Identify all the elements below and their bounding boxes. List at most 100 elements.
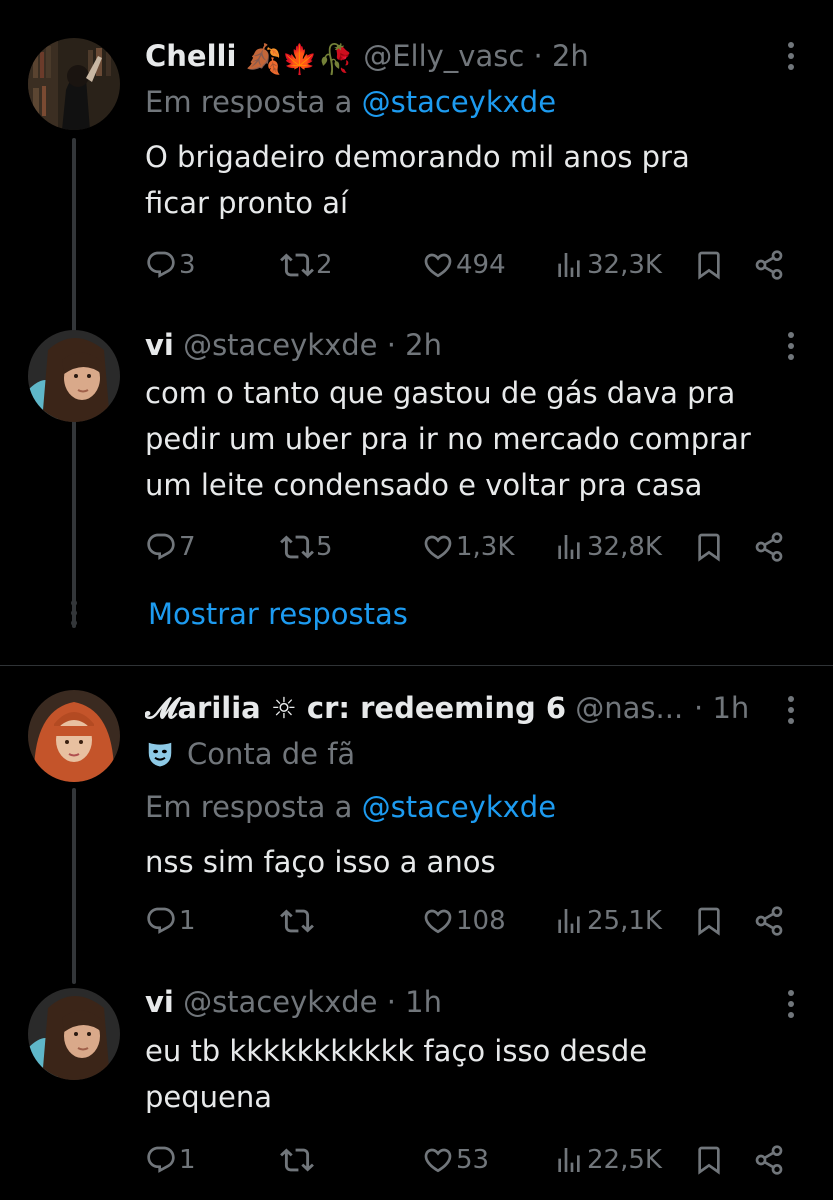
share-button[interactable]	[753, 1142, 785, 1178]
reply-icon	[145, 531, 177, 563]
bookmark-icon	[693, 531, 725, 563]
repost-button[interactable]: 2	[280, 247, 333, 283]
reply-count: 1	[179, 1145, 196, 1175]
leaf-emoji-icons: 🍂🍁🥀	[245, 42, 354, 76]
reply-button[interactable]: 7	[145, 529, 196, 565]
handle[interactable]: @staceykxde	[183, 328, 377, 362]
handle[interactable]: @nas...	[575, 691, 683, 725]
views-button[interactable]: 32,3K	[553, 247, 662, 283]
tweet-header: vi @staceykxde · 2h	[145, 327, 773, 363]
more-options-icon[interactable]	[787, 332, 795, 365]
tweet-text-line: um leite condensado e voltar pra casa	[145, 468, 703, 502]
action-bar: 1 108 25,1K	[145, 903, 800, 939]
repost-icon	[280, 904, 314, 938]
views-icon	[553, 905, 585, 937]
heart-icon	[422, 905, 454, 937]
display-name[interactable]: vi	[145, 985, 174, 1019]
view-count: 32,8K	[587, 532, 662, 562]
views-button[interactable]: 25,1K	[553, 903, 662, 939]
repost-button[interactable]: 5	[280, 529, 333, 565]
like-count: 108	[456, 906, 506, 936]
avatar-vi[interactable]	[28, 330, 120, 422]
action-bar: 3 2 494 32,3K	[145, 247, 800, 283]
reply-context: Em resposta a @staceykxde	[145, 84, 556, 120]
tweet-3[interactable]: 𝓜arilia ☼ cr: redeeming 6 @nas... · 1h C…	[0, 666, 833, 984]
reply-icon	[145, 905, 177, 937]
more-options-icon[interactable]	[787, 696, 795, 729]
display-name[interactable]: vi	[145, 328, 174, 362]
view-count: 25,1K	[587, 906, 662, 936]
timestamp[interactable]: 2h	[405, 328, 442, 362]
reply-button[interactable]: 1	[145, 1142, 196, 1178]
reply-count: 3	[179, 250, 196, 280]
tweet-text-line: pequena	[145, 1080, 273, 1114]
share-button[interactable]	[753, 247, 785, 283]
separator: ·	[694, 691, 704, 725]
reply-to-link[interactable]: @staceykxde	[362, 85, 556, 119]
display-name[interactable]: Chelli	[145, 39, 236, 73]
heart-icon	[422, 249, 454, 281]
reply-prefix: Em resposta a	[145, 85, 353, 119]
repost-count: 2	[316, 250, 333, 280]
repost-button[interactable]	[280, 1142, 316, 1178]
reply-context: Em resposta a @staceykxde	[145, 789, 556, 825]
share-button[interactable]	[753, 903, 785, 939]
view-count: 32,3K	[587, 250, 662, 280]
bookmark-button[interactable]	[693, 903, 725, 939]
more-options-icon[interactable]	[787, 990, 795, 1023]
heart-icon	[422, 531, 454, 563]
separator: ·	[386, 985, 396, 1019]
like-button[interactable]: 108	[422, 903, 506, 939]
avatar-chelli[interactable]	[28, 38, 120, 130]
reply-to-link[interactable]: @staceykxde	[362, 790, 556, 824]
share-button[interactable]	[753, 529, 785, 565]
tweet-1[interactable]: Chelli 🍂🍁🥀 @Elly_vasc · 2h Em resposta a…	[0, 0, 833, 628]
timestamp[interactable]: 1h	[405, 985, 442, 1019]
action-bar: 1 53 22,5K	[145, 1142, 800, 1178]
tweet-2[interactable]: vi @staceykxde · 2h com o tanto que gast…	[0, 300, 833, 600]
share-icon	[753, 905, 785, 937]
reply-button[interactable]: 3	[145, 247, 196, 283]
heart-icon	[422, 1144, 454, 1176]
bookmark-button[interactable]	[693, 247, 725, 283]
handle[interactable]: @staceykxde	[183, 985, 377, 1019]
show-replies-link[interactable]: Mostrar respostas	[148, 597, 408, 631]
like-count: 1,3K	[456, 532, 515, 562]
views-button[interactable]: 22,5K	[553, 1142, 662, 1178]
more-options-icon[interactable]	[787, 42, 795, 75]
views-icon	[553, 1144, 585, 1176]
handle[interactable]: @Elly_vasc	[363, 39, 524, 73]
views-button[interactable]: 32,8K	[553, 529, 662, 565]
tweet-text-line: nss sim faço isso a anos	[145, 845, 496, 879]
timestamp[interactable]: 1h	[712, 691, 749, 725]
tweet-text-line: eu tb kkkkkkkkkkk faço isso desde	[145, 1034, 648, 1068]
separator: ·	[386, 328, 396, 362]
reply-button[interactable]: 1	[145, 903, 196, 939]
views-icon	[553, 531, 585, 563]
tweet-header: vi @staceykxde · 1h	[145, 984, 773, 1020]
repost-icon	[280, 1143, 314, 1177]
share-icon	[753, 531, 785, 563]
reply-icon	[145, 249, 177, 281]
repost-count: 5	[316, 532, 333, 562]
tweet-4[interactable]: vi @staceykxde · 1h eu tb kkkkkkkkkkk fa…	[0, 966, 833, 1200]
views-icon	[553, 249, 585, 281]
share-icon	[753, 249, 785, 281]
repost-button[interactable]	[280, 903, 316, 939]
reply-count: 7	[179, 532, 196, 562]
timestamp[interactable]: 2h	[552, 39, 589, 73]
avatar-vi[interactable]	[28, 988, 120, 1080]
bookmark-button[interactable]	[693, 529, 725, 565]
display-name[interactable]: 𝓜arilia ☼ cr: redeeming 6	[145, 691, 566, 725]
like-button[interactable]: 53	[422, 1142, 489, 1178]
share-icon	[753, 1144, 785, 1176]
like-button[interactable]: 494	[422, 247, 506, 283]
bookmark-icon	[693, 1144, 725, 1176]
avatar-marilia[interactable]	[28, 690, 120, 782]
like-button[interactable]: 1,3K	[422, 529, 514, 565]
tweet-text-line: O brigadeiro demorando mil anos pra	[145, 140, 690, 174]
bookmark-icon	[693, 249, 725, 281]
repost-icon	[280, 248, 314, 282]
action-bar: 7 5 1,3K 32,8K	[145, 529, 800, 565]
bookmark-button[interactable]	[693, 1142, 725, 1178]
